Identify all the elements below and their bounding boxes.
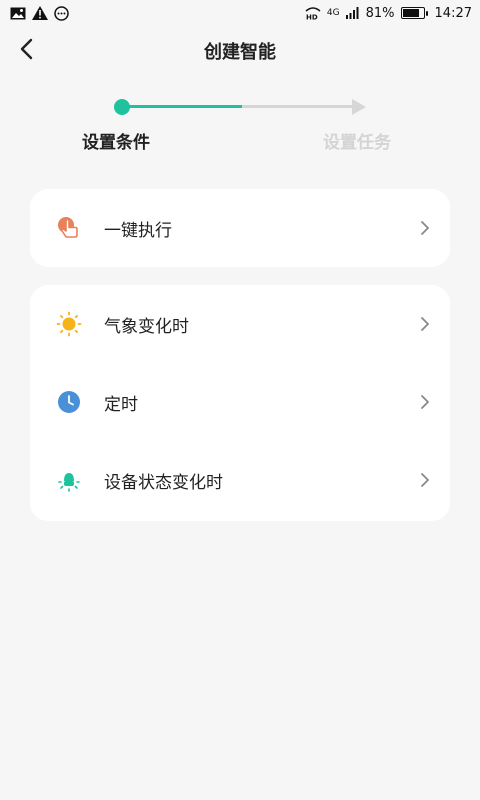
image-icon	[10, 7, 26, 20]
condition-label: 定时	[104, 394, 138, 415]
step-progress-inactive	[242, 105, 354, 108]
condition-row-weather[interactable]: 气象变化时	[30, 285, 450, 363]
condition-card-auto: 气象变化时 定时 设备状态变化时	[30, 285, 450, 521]
step-arrow-icon	[352, 99, 366, 115]
condition-label: 设备状态变化时	[104, 472, 223, 493]
clock-time: 14:27	[434, 5, 472, 21]
clock-icon	[56, 389, 82, 415]
back-button[interactable]	[12, 36, 42, 66]
condition-card-manual: 一键执行	[30, 189, 450, 267]
battery-percent: 81%	[365, 5, 395, 21]
back-arrow-icon	[20, 38, 34, 64]
svg-text:HD: HD	[306, 14, 318, 21]
hd-wifi-icon: HD	[305, 6, 321, 20]
warning-icon	[32, 6, 48, 20]
status-bar: HD 4G 81% 14:27	[0, 0, 480, 26]
chevron-right-icon	[418, 315, 432, 333]
network-type-label: 4G	[326, 8, 340, 18]
nav-bar: 创建智能	[0, 26, 480, 76]
condition-row-device-state[interactable]: 设备状态变化时	[30, 441, 450, 519]
tap-hand-icon	[56, 215, 82, 241]
signal-icon	[345, 7, 360, 19]
chevron-right-icon	[418, 393, 432, 411]
step-label-set-task: 设置任务	[323, 133, 391, 153]
sun-icon	[56, 311, 82, 337]
battery-level	[402, 9, 419, 17]
condition-row-one-tap[interactable]: 一键执行	[30, 189, 450, 267]
page-title: 创建智能	[204, 42, 276, 63]
status-right: HD 4G 81% 14:27	[305, 6, 472, 21]
chevron-right-icon	[418, 219, 432, 237]
step-indicator: 设置条件 设置任务	[0, 90, 480, 160]
chevron-right-icon	[418, 471, 432, 489]
condition-row-timer[interactable]: 定时	[30, 363, 450, 441]
chat-bubble-icon	[54, 5, 69, 21]
device-bulb-icon	[56, 467, 82, 493]
status-left	[10, 5, 69, 21]
condition-label: 一键执行	[104, 220, 172, 241]
condition-label: 气象变化时	[104, 316, 189, 337]
step-progress-active	[124, 105, 242, 108]
step-label-set-condition: 设置条件	[82, 133, 150, 153]
battery-icon	[400, 7, 428, 19]
